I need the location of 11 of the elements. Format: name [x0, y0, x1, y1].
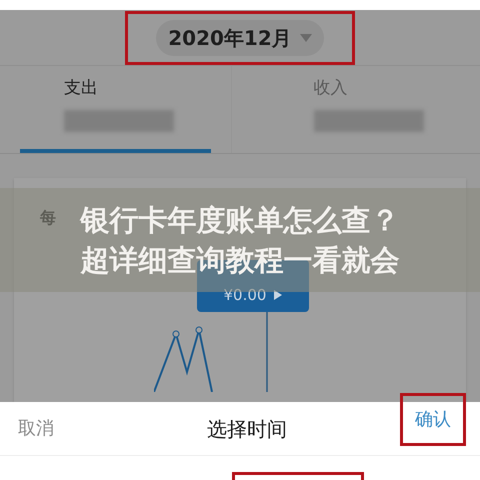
tooltip-amount: ¥0.00	[224, 284, 266, 306]
month-selector[interactable]: 2020年12月	[156, 20, 324, 56]
play-icon	[274, 290, 282, 300]
cancel-button[interactable]: 取消	[18, 415, 54, 442]
caret-icon	[300, 34, 312, 42]
caption-line: 银行卡年度账单怎么查？	[80, 202, 400, 239]
confirm-button[interactable]: 确认	[415, 406, 451, 433]
tab[interactable]: 支出	[0, 66, 230, 153]
caption-line: 超详细查询教程一看就会	[80, 242, 400, 279]
sheet-title: 选择时间	[207, 416, 287, 442]
tab[interactable]: 收入	[230, 66, 480, 153]
